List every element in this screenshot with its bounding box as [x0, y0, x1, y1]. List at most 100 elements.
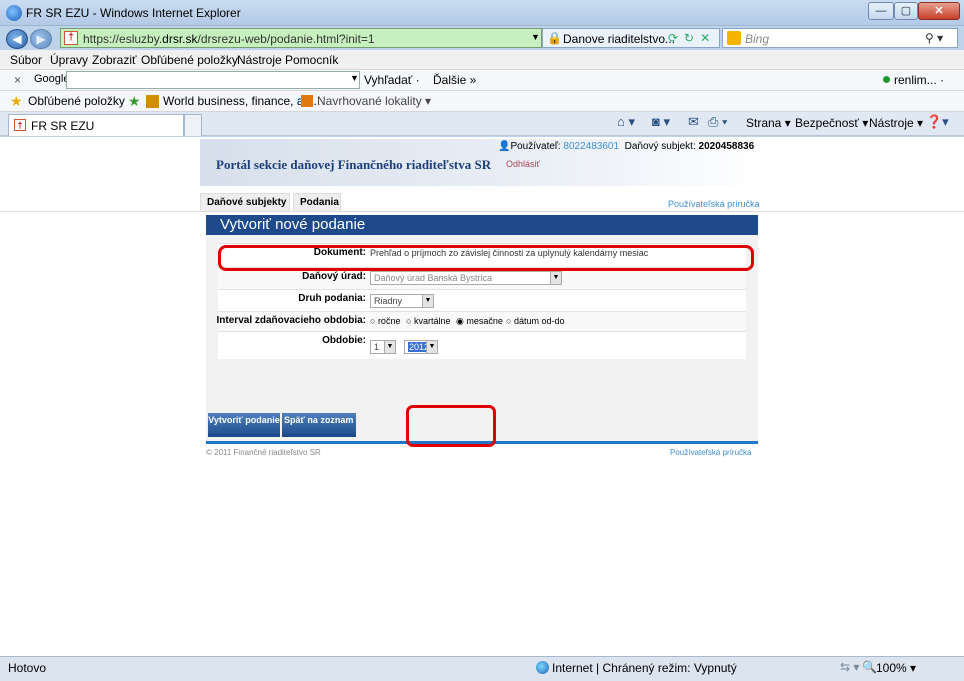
zoom-icon[interactable]: 🔍: [862, 660, 877, 674]
highlight-document-annotation: [218, 245, 754, 271]
form-row-druh: Druh podania: Riadny ▼: [218, 289, 746, 311]
back-button[interactable]: ◀: [6, 29, 28, 49]
user-manual-link-footer[interactable]: Používateľská príručka: [670, 448, 751, 457]
globe-icon: [536, 661, 549, 674]
page-menu[interactable]: Strana ▾: [746, 116, 791, 130]
tab-fr-sr-ezu[interactable]: † FR SR EZU: [8, 114, 184, 136]
url-text: https://esluzby.drsr.sk/drsrezu-web/poda…: [83, 32, 375, 46]
address-dropdown-icon[interactable]: ▼: [531, 32, 540, 42]
chevron-down-icon: ▼: [384, 341, 395, 353]
search-box[interactable]: Bing ⚲ ▾: [722, 28, 958, 48]
submission-type-select[interactable]: Riadny ▼: [370, 294, 434, 308]
radio-kvartalne[interactable]: ○ kvartálne: [406, 316, 450, 326]
radio-mesacne[interactable]: ◉ mesačne: [456, 316, 503, 327]
print-icon[interactable]: ⎙ ▾: [708, 114, 727, 130]
maximize-button[interactable]: ▢: [894, 2, 918, 20]
rss-feed-icon[interactable]: ◙ ▾: [652, 114, 670, 130]
interval-label: Interval zdaňovacieho obdobia:: [216, 315, 366, 326]
urad-label: Daňový úrad:: [302, 271, 366, 282]
menu-oblubene[interactable]: Obľúbené položky: [141, 53, 238, 67]
chevron-down-icon[interactable]: ▼: [350, 73, 359, 83]
google-toolbar: × Google ▼ Vyhľadať · Ďalšie » renlim...…: [0, 70, 964, 91]
site-favicon-icon: †: [64, 31, 78, 45]
suggested-sites-link[interactable]: Navrhované lokality ▾: [317, 94, 431, 108]
copyright-text: © 2011 Finančné riaditeľstvo SR: [206, 448, 321, 457]
security-zone[interactable]: Internet | Chránený režim: Vypnutý: [552, 661, 737, 675]
zoom-level[interactable]: 100% ▾: [876, 661, 916, 675]
forward-button[interactable]: ▶: [30, 29, 52, 49]
menu-zobrazit[interactable]: Zobraziť: [92, 53, 137, 67]
form-row-obdobie: Obdobie: 1 ▼ 2012 ▼: [218, 331, 746, 359]
year-select[interactable]: 2012 ▼: [404, 340, 438, 354]
panel-title: Vytvoriť nové podanie: [206, 215, 758, 235]
minimize-button[interactable]: —: [868, 2, 894, 20]
lock-icon: 🔒: [547, 31, 562, 45]
site-favicon-icon: †: [14, 119, 26, 131]
bing-logo-icon: [727, 31, 741, 45]
portal-banner: Portál sekcie daňovej Finančného riadite…: [200, 139, 760, 186]
menu-pomocnik[interactable]: Pomocník: [285, 53, 338, 67]
refresh-stop-icons[interactable]: ⟳↻✕: [668, 31, 716, 45]
new-tab-button[interactable]: [184, 114, 202, 136]
user-id-link[interactable]: 8022483601: [563, 141, 619, 152]
tools-menu[interactable]: Nástroje ▾: [869, 116, 923, 130]
user-icon: 👤: [498, 141, 511, 152]
close-window-button[interactable]: ✕: [918, 2, 960, 20]
window-title: FR SR EZU - Windows Internet Explorer: [26, 6, 241, 20]
more-button[interactable]: Ďalšie »: [433, 73, 476, 87]
page-header: Portál sekcie daňovej Finančného riadite…: [0, 137, 964, 212]
radio-rocne[interactable]: ○ ročne: [370, 316, 400, 326]
month-select[interactable]: 1 ▼: [370, 340, 396, 354]
user-info: 👤Používateľ: 8022483601 Daňový subjekt: …: [498, 141, 754, 152]
search-icon[interactable]: ⚲ ▾: [925, 31, 943, 45]
menu-subor[interactable]: Súbor: [10, 53, 42, 67]
menu-nastroje[interactable]: Nástroje: [237, 53, 282, 67]
search-placeholder: Bing: [745, 32, 770, 46]
help-icon[interactable]: ❓▾: [926, 114, 949, 130]
logout-link[interactable]: Odhlásiť: [506, 159, 540, 169]
subject-label: Daňový subjekt:: [624, 141, 696, 152]
security-certificate[interactable]: 🔒 Danove riaditelstvo... ⟳↻✕: [542, 28, 720, 48]
chevron-down-icon: ▼: [422, 295, 433, 307]
google-search-input[interactable]: [66, 71, 360, 89]
home-icon[interactable]: ⌂ ▾: [617, 114, 635, 130]
google-search-button[interactable]: Vyhľadať ·: [364, 73, 420, 87]
radio-datum-od-do[interactable]: ○ dátum od-do: [506, 316, 564, 326]
address-bar[interactable]: † https://esluzby.drsr.sk/drsrezu-web/po…: [60, 28, 542, 48]
favorites-button[interactable]: Obľúbené položky: [28, 94, 125, 108]
certificate-name: Danove riaditelstvo...: [563, 32, 676, 46]
tab-label: FR SR EZU: [31, 119, 95, 133]
chevron-down-icon: ▼: [550, 272, 561, 284]
close-toolbar-icon[interactable]: ×: [14, 73, 21, 87]
ft-favicon-icon: [146, 95, 159, 108]
back-to-list-button[interactable]: Späť na zoznam: [282, 413, 356, 437]
tab-podania[interactable]: Podania: [293, 193, 341, 211]
tab-danove-subjekty[interactable]: Daňové subjekty: [200, 193, 290, 211]
page-content: Portál sekcie daňovej Finančného riadite…: [0, 137, 964, 656]
popup-blocker-icon[interactable]: ⇆ ▾: [840, 660, 859, 674]
menu-upravy[interactable]: Úpravy: [50, 53, 88, 67]
status-bar: Hotovo Internet | Chránený režim: Vypnut…: [0, 656, 964, 681]
user-manual-link[interactable]: Používateľská príručka: [668, 199, 760, 209]
google-logo: Google: [34, 73, 70, 85]
safety-menu[interactable]: Bezpečnosť ▾: [795, 116, 868, 130]
form-row-interval: Interval zdaňovacieho obdobia: ○ ročne ○…: [216, 311, 746, 331]
tax-office-select[interactable]: Daňový úrad Banská Bystrica ▼: [370, 271, 562, 285]
online-status-icon: [883, 76, 890, 83]
subject-id: 2020458836: [698, 141, 755, 152]
mail-icon[interactable]: ✉: [688, 114, 699, 130]
suggested-sites-icon: [301, 95, 313, 107]
create-submission-button[interactable]: Vytvoriť podanie: [208, 413, 280, 437]
status-text: Hotovo: [8, 661, 47, 675]
druh-label: Druh podania:: [298, 293, 366, 304]
menu-bar: Súbor Úpravy Zobraziť Obľúbené položky N…: [0, 50, 964, 70]
add-favorite-icon[interactable]: ★: [128, 93, 141, 110]
favorite-link-world-business[interactable]: World business, finance, an...: [163, 94, 320, 108]
favorites-star-icon[interactable]: ★: [10, 93, 23, 110]
chevron-down-icon: ▼: [426, 341, 437, 353]
highlight-create-button-annotation: [406, 405, 496, 447]
window-title-bar: FR SR EZU - Windows Internet Explorer — …: [0, 0, 964, 26]
portal-title: Portál sekcie daňovej Finančného riadite…: [216, 157, 492, 172]
account-menu[interactable]: renlim... ·: [894, 73, 944, 87]
obdobie-label: Obdobie:: [322, 335, 366, 346]
